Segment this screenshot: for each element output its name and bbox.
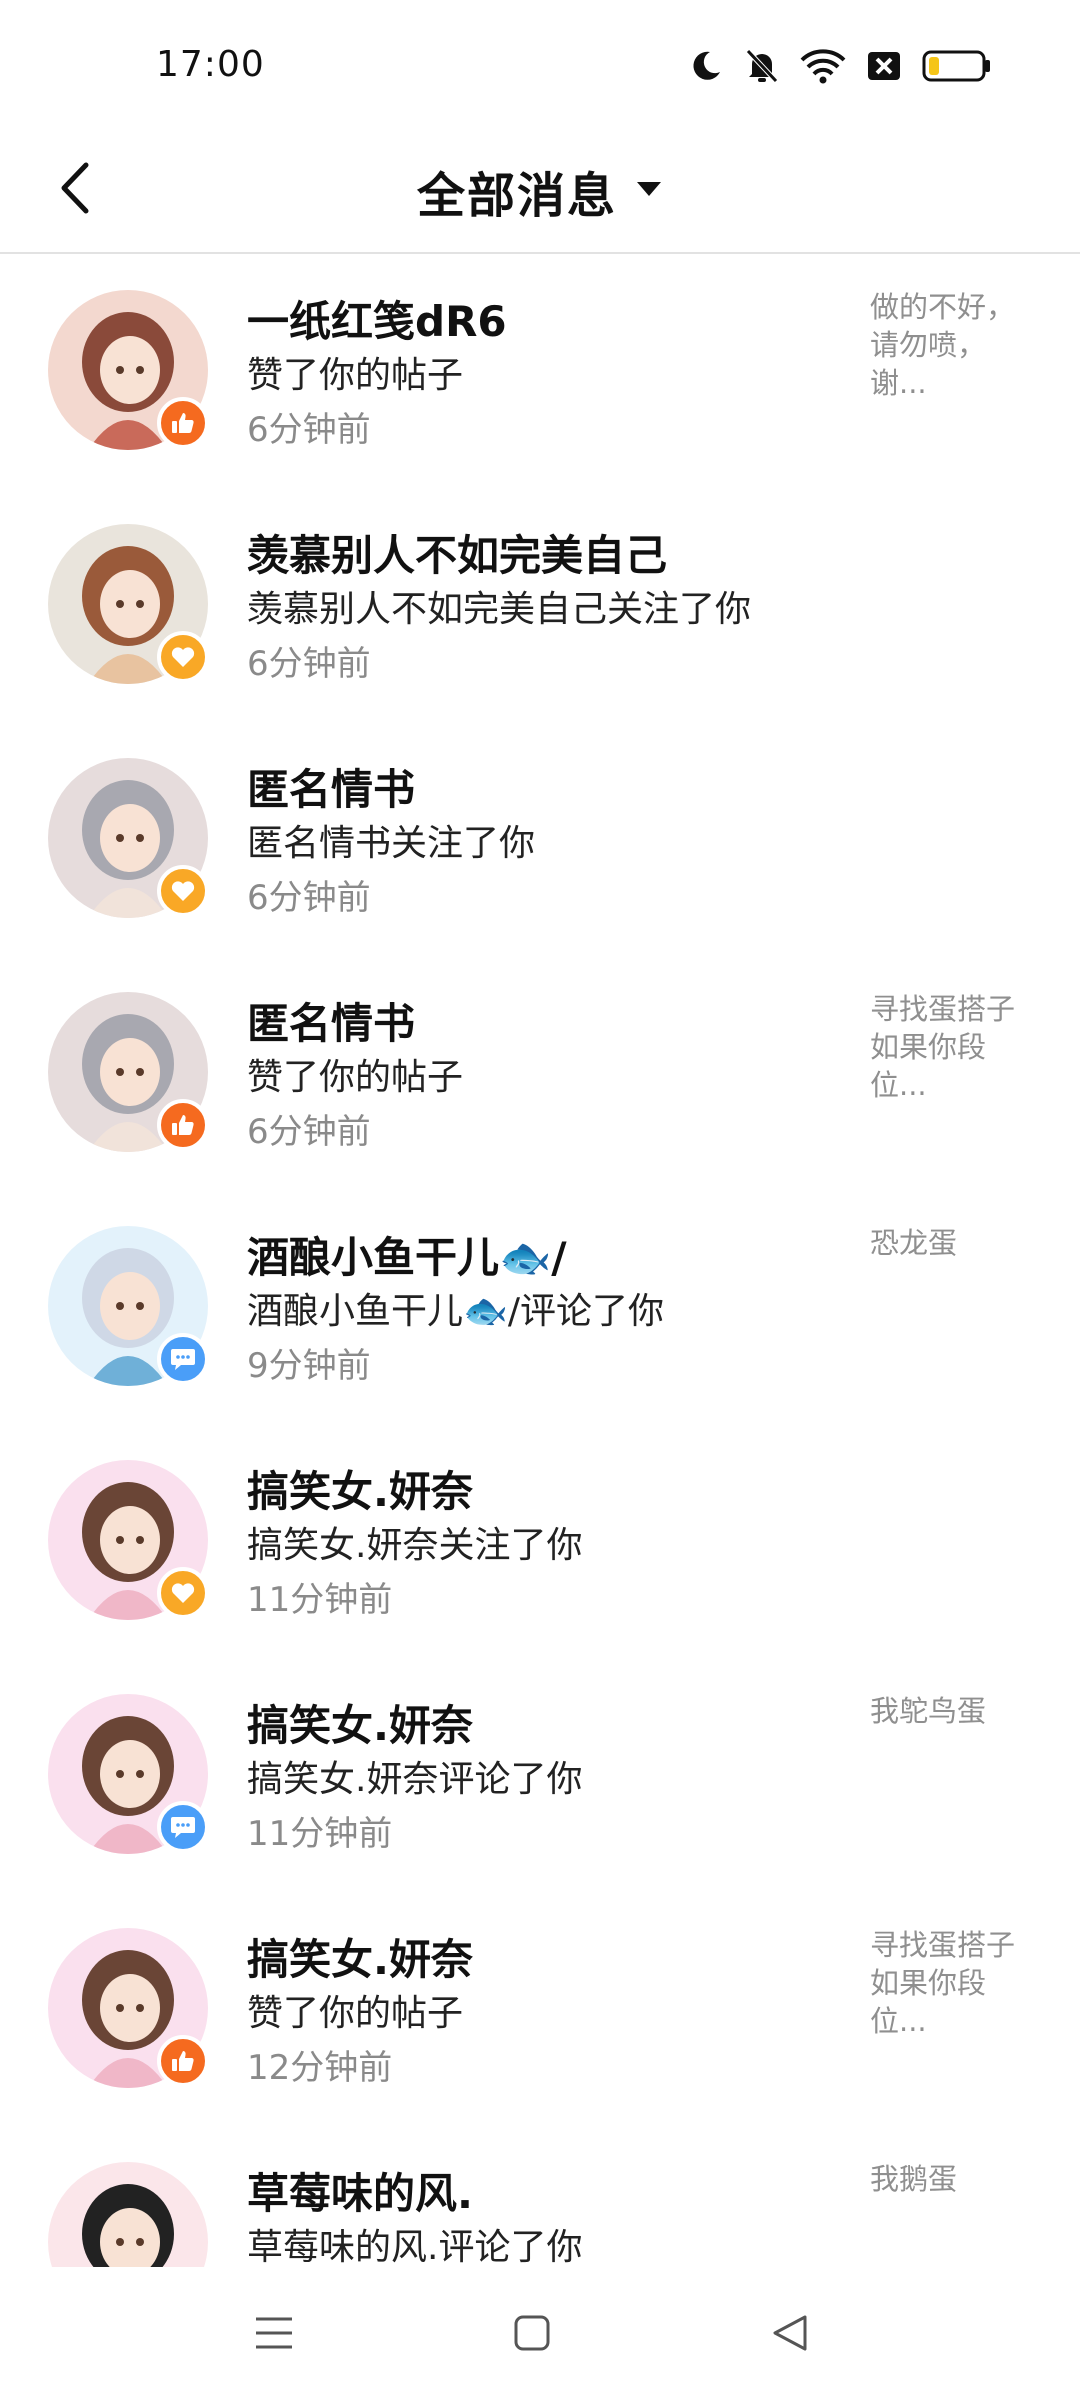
- heart-icon: [170, 1581, 196, 1605]
- message-item[interactable]: 羡慕别人不如完美自己 羡慕别人不如完美自己关注了你 6分钟前: [0, 486, 1080, 720]
- timestamp: 11分钟前: [247, 1814, 393, 1854]
- back-triangle-icon: [771, 2313, 809, 2357]
- heart-badge: [157, 1567, 209, 1619]
- comment-icon: [169, 1347, 197, 1371]
- action-text: 酒酿小鱼干儿🐟/评论了你: [247, 1291, 664, 1332]
- wifi-icon: [800, 48, 846, 84]
- thumbs-up-badge: [157, 2035, 209, 2087]
- timestamp: 12分钟前: [247, 2048, 393, 2088]
- action-text: 赞了你的帖子: [247, 355, 464, 396]
- action-text: 草莓味的风.评论了你: [247, 2227, 583, 2267]
- comment-icon: [169, 1815, 197, 1839]
- thumbs-up-badge: [157, 397, 209, 449]
- title-dropdown[interactable]: 全部消息: [0, 130, 1080, 252]
- battery-icon: [922, 49, 992, 83]
- moon-icon: [688, 48, 724, 84]
- comment-badge: [157, 1801, 209, 1853]
- message-item[interactable]: 匿名情书 匿名情书关注了你 6分钟前: [0, 720, 1080, 954]
- system-nav-bar: [0, 2267, 1080, 2400]
- post-snippet[interactable]: 我鸵鸟蛋: [870, 1692, 1040, 1730]
- timestamp: 11分钟前: [247, 1580, 393, 1620]
- username[interactable]: 一纸红笺dR6: [247, 288, 507, 349]
- message-item[interactable]: 搞笑女.妍奈 搞笑女.妍奈评论了你 11分钟前 我鸵鸟蛋: [0, 1656, 1080, 1890]
- username[interactable]: 酒酿小鱼干儿🐟/: [247, 1224, 567, 1285]
- username[interactable]: 草莓味的风.: [247, 2160, 473, 2221]
- username[interactable]: 羡慕别人不如完美自己: [247, 522, 667, 583]
- username[interactable]: 搞笑女.妍奈: [247, 1926, 473, 1987]
- menu-button[interactable]: [244, 2305, 304, 2365]
- action-text: 赞了你的帖子: [247, 1057, 464, 1098]
- heart-badge: [157, 865, 209, 917]
- post-snippet[interactable]: 恐龙蛋: [870, 1224, 1040, 1262]
- sim-x-icon: [866, 48, 902, 84]
- heart-badge: [157, 631, 209, 683]
- action-text: 匿名情书关注了你: [247, 823, 536, 864]
- username[interactable]: 匿名情书: [247, 756, 415, 817]
- home-square-icon: [513, 2314, 551, 2356]
- status-time: 17:00: [156, 44, 265, 85]
- message-item[interactable]: 草莓味的风. 草莓味的风.评论了你 我鹅蛋: [0, 2124, 1080, 2267]
- header: 全部消息: [0, 130, 1080, 254]
- action-text: 羡慕别人不如完美自己关注了你: [247, 589, 752, 630]
- message-item[interactable]: 搞笑女.妍奈 赞了你的帖子 12分钟前 寻找蛋搭子 如果你段 位...: [0, 1890, 1080, 2124]
- action-text: 搞笑女.妍奈评论了你: [247, 1759, 583, 1800]
- message-item[interactable]: 匿名情书 赞了你的帖子 6分钟前 寻找蛋搭子 如果你段 位...: [0, 954, 1080, 1188]
- page-title: 全部消息: [416, 168, 617, 224]
- status-icons: [688, 44, 992, 88]
- message-item[interactable]: 酒酿小鱼干儿🐟/ 酒酿小鱼干儿🐟/评论了你 9分钟前 恐龙蛋: [0, 1188, 1080, 1422]
- heart-icon: [170, 645, 196, 669]
- action-text: 赞了你的帖子: [247, 1993, 464, 2034]
- heart-icon: [170, 879, 196, 903]
- home-button[interactable]: [502, 2305, 562, 2365]
- message-list[interactable]: 一纸红笺dR6 赞了你的帖子 6分钟前 做的不好， 请勿喷， 谢... 羡慕别人…: [0, 252, 1080, 2267]
- username[interactable]: 搞笑女.妍奈: [247, 1692, 473, 1753]
- timestamp: 6分钟前: [247, 878, 371, 918]
- thumbs-up-badge: [157, 1099, 209, 1151]
- thumbs-up-icon: [170, 410, 196, 436]
- thumbs-up-icon: [170, 2048, 196, 2074]
- username[interactable]: 搞笑女.妍奈: [247, 1458, 473, 1519]
- message-item[interactable]: 搞笑女.妍奈 搞笑女.妍奈关注了你 11分钟前: [0, 1422, 1080, 1656]
- post-snippet[interactable]: 寻找蛋搭子 如果你段 位...: [870, 1926, 1040, 2040]
- comment-badge: [157, 1333, 209, 1385]
- post-snippet[interactable]: 做的不好， 请勿喷， 谢...: [870, 288, 1040, 402]
- username[interactable]: 匿名情书: [247, 990, 415, 1051]
- triangle-down-icon: [635, 179, 663, 203]
- status-bar: 17:00: [0, 0, 1080, 130]
- timestamp: 6分钟前: [247, 1112, 371, 1152]
- timestamp: 6分钟前: [247, 410, 371, 450]
- avatar[interactable]: [48, 2162, 208, 2267]
- message-item[interactable]: 一纸红笺dR6 赞了你的帖子 6分钟前 做的不好， 请勿喷， 谢...: [0, 252, 1080, 486]
- thumbs-up-icon: [170, 1112, 196, 1138]
- bell-off-icon: [744, 47, 780, 85]
- post-snippet[interactable]: 我鹅蛋: [870, 2160, 1040, 2198]
- post-snippet[interactable]: 寻找蛋搭子 如果你段 位...: [870, 990, 1040, 1104]
- action-text: 搞笑女.妍奈关注了你: [247, 1525, 583, 1566]
- timestamp: 9分钟前: [247, 1346, 371, 1386]
- menu-icon: [254, 2315, 294, 2355]
- system-back-button[interactable]: [760, 2305, 820, 2365]
- timestamp: 6分钟前: [247, 644, 371, 684]
